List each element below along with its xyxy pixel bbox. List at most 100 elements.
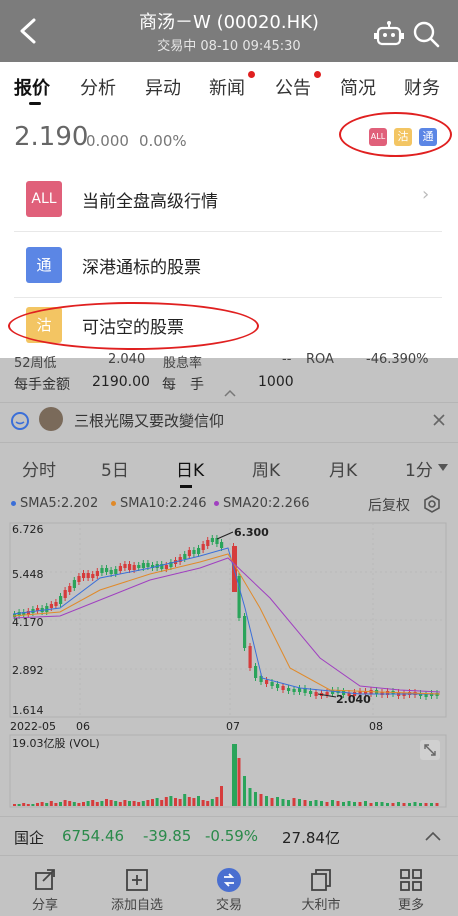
candle-body [82,573,86,578]
volume-bar [197,796,200,806]
tab-movement[interactable]: 异动 [145,74,181,100]
nav-label: 分享 [31,898,58,913]
volume-bar [248,788,252,806]
close-icon[interactable] [432,413,446,427]
candle-body [276,684,280,688]
candlesticks [12,535,441,700]
all-badge-icon: ALL [26,181,62,217]
volume-bar [206,801,210,806]
sma10-label: SMA10:2.246 [120,496,207,511]
tab-quote[interactable]: 报价 [14,74,50,100]
news-text[interactable]: 三根光陽又要改變信仰 [74,410,224,431]
tab-news[interactable]: 新闻 [209,74,245,100]
search-icon[interactable] [412,20,440,48]
divider [0,442,458,443]
volume-bar [13,804,16,806]
adjust-label[interactable]: 后复权 [368,495,410,515]
chevron-up-icon[interactable] [425,831,441,841]
volume-bar [309,801,312,806]
chart-tab-daily[interactable]: 日K [176,456,204,481]
menu-item-label: 深港通标的股票 [82,258,201,278]
index-change: -39.85 [143,827,192,845]
volume-bar [151,799,154,806]
candle-body [91,574,95,578]
settings-icon[interactable] [423,495,441,513]
trade-icon [217,868,241,892]
chat-icon [11,412,29,430]
volume-bar [164,797,168,806]
sma20-dot [214,501,219,506]
volume-bar [109,800,113,806]
candle-body [232,546,237,592]
nav-label: 更多 [397,898,424,913]
candle-body [197,548,201,554]
nav-add-watchlist[interactable]: 添加自选 [97,858,177,916]
tab-underline [29,102,41,105]
volume-bar [31,804,35,806]
candle-body [270,682,274,686]
y-tick: 5.448 [12,568,44,581]
volume-bar [298,799,301,806]
volume-bar [259,794,263,806]
low-label: 2.040 [336,693,371,706]
more-grid-icon [400,869,422,891]
nav-share[interactable]: 分享 [5,858,85,916]
volume-bar [17,804,21,806]
candle-body [206,540,210,546]
nav-more[interactable]: 更多 [371,858,451,916]
tab-financials[interactable]: 财务 [404,74,440,100]
candle-body [54,602,58,606]
robot-icon[interactable] [374,20,404,48]
volume-bar [265,796,268,806]
tab-analysis[interactable]: 分析 [80,74,116,100]
chart-tab-monthly[interactable]: 月K [329,456,357,481]
nav-label: 交易 [215,898,242,913]
sma10-dot [111,501,116,506]
volume-bar [358,802,362,806]
volume-bar [270,798,274,806]
dimmed-overlay[interactable]: 52周低 2.040 股息率 -- ROA -46.390% 每手金额 2190… [0,352,458,916]
volume-bar [408,803,411,806]
stat-value: 2.040 [108,352,146,367]
menu-item-full-market[interactable]: ALL 当前全盘高级行情 › [14,166,442,232]
volume-bar [386,803,389,806]
volume-bar [292,798,296,806]
volume-bar [63,800,67,806]
menu-item-connect[interactable]: 通 深港通标的股票 [14,232,442,298]
nav-trade[interactable]: 交易 [189,858,269,916]
volume-bar [169,796,173,806]
volume-bar [380,802,384,806]
volume-bar [375,802,378,806]
candle-body [187,550,191,556]
main-tabs: 报价 分析 异动 新闻 公告 简况 财务 [0,62,458,108]
avatar [39,407,63,431]
highlight-ellipse [339,112,452,157]
volume-bar [331,800,334,806]
moving-average-line [12,547,440,695]
nav-dalishi[interactable]: 大利市 [281,858,361,916]
candle-body [123,564,127,568]
y-tick: 1.614 [12,704,44,717]
chevron-up-icon[interactable] [224,389,236,397]
dropdown-icon[interactable] [438,464,448,472]
candle-body [118,566,122,571]
volume-bar [105,799,108,806]
tab-announcements[interactable]: 公告 [275,74,311,100]
volume-bar [336,801,340,806]
candle-body [314,692,318,696]
chart-tab-intraday[interactable]: 分时 [22,456,56,481]
volume-bar [187,797,191,806]
candle-body [63,590,67,598]
high-label: 6.300 [234,526,269,539]
tab-profile[interactable]: 简况 [340,74,376,100]
chart-tab-weekly[interactable]: 周K [252,456,280,481]
chevron-right-icon: › [422,184,430,205]
volume-bar [146,800,150,806]
chart-tab-1min[interactable]: 1分 [405,456,433,481]
kline-chart[interactable]: 6.726 5.448 4.170 2.892 1.614 2022-05 06… [0,518,458,808]
lot-size-value: 1000 [258,374,294,390]
volume-bar [160,800,164,806]
chart-tab-5day[interactable]: 5日 [101,456,129,481]
volume-bar [54,803,58,806]
x-tick: 06 [76,720,90,733]
